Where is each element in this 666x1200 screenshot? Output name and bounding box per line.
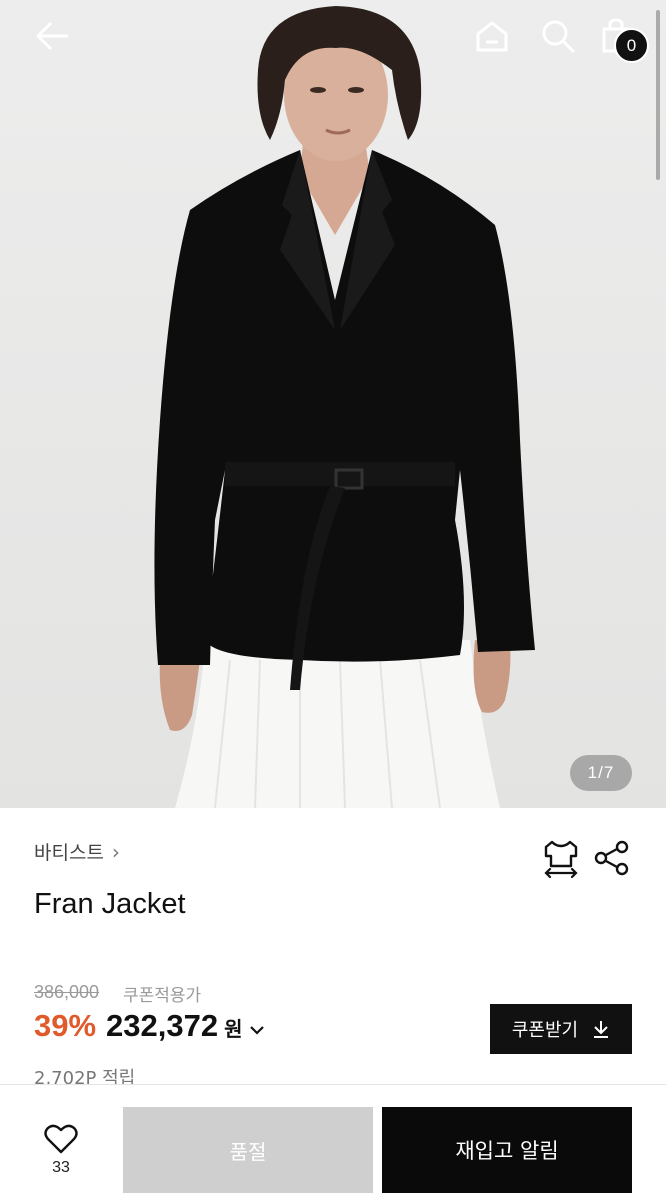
heart-icon: [44, 1124, 78, 1154]
image-page-counter: 1/7: [570, 755, 632, 791]
coupon-button-label: 쿠폰받기: [511, 1020, 579, 1041]
coupon-price-note: 쿠폰적용가: [123, 986, 202, 1006]
bottom-action-bar: 33 품절 재입고 알림: [0, 1084, 666, 1200]
share-button[interactable]: [592, 838, 632, 878]
original-price: 386,000: [34, 982, 100, 1002]
download-icon: [594, 1021, 609, 1038]
soldout-button: 품절: [123, 1107, 373, 1193]
discount-rate: 39%: [34, 1008, 97, 1043]
home-button[interactable]: [468, 14, 516, 58]
restock-alert-button[interactable]: 재입고 알림: [382, 1107, 632, 1193]
download-coupon-button[interactable]: 쿠폰받기: [490, 1004, 632, 1054]
back-button[interactable]: [28, 14, 76, 58]
brand-name: 바티스트: [34, 842, 104, 864]
search-button[interactable]: [534, 14, 582, 58]
home-icon: [476, 21, 508, 52]
size-guide-button[interactable]: [540, 838, 582, 879]
brand-link[interactable]: 바티스트 ›: [34, 838, 120, 865]
price-row: 39% 232,372 원: [34, 1008, 265, 1044]
currency-label: 원: [224, 1017, 243, 1041]
sale-price: 232,372: [106, 1008, 219, 1043]
arrow-left-icon: [36, 22, 69, 50]
like-count: 33: [52, 1159, 70, 1176]
chevron-down-icon[interactable]: [249, 1021, 265, 1040]
like-button[interactable]: 33: [30, 1123, 92, 1187]
cart-count-badge: 0: [614, 28, 649, 63]
size-guide-icon: [544, 840, 578, 879]
product-image-gallery[interactable]: 0 1/7: [0, 0, 666, 808]
search-icon: [542, 20, 575, 53]
share-icon: [594, 840, 629, 876]
product-title: Fran Jacket: [34, 888, 186, 920]
chevron-right-icon: ›: [111, 839, 120, 864]
product-photo: [154, 6, 535, 808]
top-navigation-bar: 0: [0, 0, 666, 76]
